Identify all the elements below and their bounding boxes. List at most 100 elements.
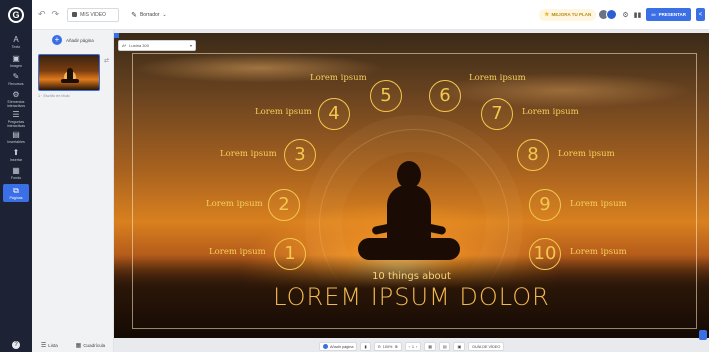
sidebar-item-texto[interactable]: A Texto xyxy=(0,35,32,49)
upload-icon: ⬆ xyxy=(12,148,20,157)
left-sidebar: A Texto ▣ Imagen ✎ Recursos ⚙ Elementos … xyxy=(0,30,32,352)
interactive-elements-icon: ⚙ xyxy=(12,90,20,99)
font-selector[interactable]: Aᵃ Lustria 300 ▾ xyxy=(118,40,196,51)
sidebar-item-preguntas[interactable]: ☰ Preguntas interactivas xyxy=(0,110,32,128)
page-navigator[interactable]: ‹ 1 › xyxy=(404,342,422,351)
share-button[interactable]: < xyxy=(696,8,705,21)
upgrade-button[interactable]: ★ MEJORA TU PLAN xyxy=(539,8,597,21)
trash-icon: ▮ xyxy=(364,345,367,349)
draft-status[interactable]: ✎ Borrador ⌄ xyxy=(131,11,167,19)
redo-icon[interactable]: ↷ xyxy=(52,9,60,20)
layout-button[interactable]: ▤ xyxy=(438,342,451,351)
app-logo[interactable]: G xyxy=(0,0,32,30)
background-icon: ▦ xyxy=(12,166,20,175)
slide-title[interactable]: LOREM IPSUM DOLOR xyxy=(114,283,709,311)
file-name: MIS VIDEO xyxy=(80,11,106,18)
item-label-1[interactable]: Lorem ipsum xyxy=(209,247,266,257)
slide-canvas[interactable]: 1 Lorem ipsum 2 Lorem ipsum 3 Lorem ipsu… xyxy=(114,33,709,338)
toolbar-right: ★ MEJORA TU PLAN ⚙ ▮▮ ▭ PRESENTAR < xyxy=(539,8,709,21)
sidebar-item-label: Preguntas interactivas xyxy=(6,120,26,128)
number-circle-3[interactable]: 3 xyxy=(284,139,316,171)
add-page-button[interactable]: + Añadir página xyxy=(52,35,94,45)
collaborator-avatars[interactable] xyxy=(598,9,618,20)
number-circle-8[interactable]: 8 xyxy=(517,139,549,171)
zoom-in-icon: ⊕ xyxy=(394,345,398,349)
next-page-icon: › xyxy=(416,344,418,349)
item-label-8[interactable]: Lorem ipsum xyxy=(558,149,615,159)
fullscreen-button[interactable]: ▣ xyxy=(453,342,466,351)
number-circle-2[interactable]: 2 xyxy=(268,189,300,221)
item-label-7[interactable]: Lorem ipsum xyxy=(522,107,579,117)
zoom-control[interactable]: ⊖ 100% ⊕ xyxy=(373,342,402,351)
grid-button[interactable]: ▦ xyxy=(424,342,436,351)
number-circle-5[interactable]: 5 xyxy=(370,80,402,112)
number-circle-9[interactable]: 9 xyxy=(529,189,561,221)
present-button[interactable]: ▭ PRESENTAR xyxy=(646,8,691,21)
font-size-icon: Aᵃ xyxy=(122,43,127,48)
sidebar-item-label: Insertar xyxy=(9,158,23,162)
list-view-button[interactable]: ☰ Lista xyxy=(41,342,58,349)
list-icon: ☰ xyxy=(40,342,47,349)
page-thumbnail-label: 1 · Escrito en título xyxy=(38,94,70,98)
sidebar-item-label: Elementos interactivos xyxy=(6,100,26,108)
sidebar-item-label: Páginas xyxy=(9,196,23,200)
draft-label: Borrador xyxy=(139,11,160,18)
prev-page-icon: ‹ xyxy=(408,344,410,349)
star-icon: ★ xyxy=(544,12,550,18)
item-label-5[interactable]: Lorem ipsum xyxy=(310,73,367,83)
sidebar-item-label: Texto xyxy=(11,45,21,49)
monitor-icon: ▭ xyxy=(651,11,656,17)
sidebar-item-label: Recursos xyxy=(8,82,24,86)
sidebar-item-insertables[interactable]: ▤ Insertables xyxy=(0,130,32,144)
page-thumbnail[interactable] xyxy=(38,54,100,91)
grid-view-button[interactable]: ▦ Cuadrícula xyxy=(76,342,105,349)
add-page-bottom-label: Añadir página xyxy=(330,344,354,349)
canvas-area: 1 Lorem ipsum 2 Lorem ipsum 3 Lorem ipsu… xyxy=(114,30,709,352)
number-circle-4[interactable]: 4 xyxy=(318,98,350,130)
sidebar-item-label: Fondo xyxy=(10,176,22,180)
chat-icon[interactable] xyxy=(699,330,707,340)
stats-icon[interactable]: ▮▮ xyxy=(634,11,642,19)
item-label-10[interactable]: Lorem ipsum xyxy=(570,247,627,257)
page-number: 1 xyxy=(411,344,415,349)
sidebar-item-fondo[interactable]: ▦ Fondo xyxy=(0,166,32,180)
number-circle-1[interactable]: 1 xyxy=(274,238,306,270)
help-icon[interactable]: ? xyxy=(12,341,20,349)
number-circle-7[interactable]: 7 xyxy=(481,98,513,130)
number-circle-10[interactable]: 10 xyxy=(529,238,561,270)
editor-app: G ↶ ↷ MIS VIDEO ✎ Borrador ⌄ ★ MEJORA TU… xyxy=(0,0,709,352)
collapse-panel-icon[interactable]: ⇄ xyxy=(104,57,109,64)
sidebar-item-elementos[interactable]: ⚙ Elementos interactivos xyxy=(0,90,32,108)
top-toolbar: G ↶ ↷ MIS VIDEO ✎ Borrador ⌄ ★ MEJORA TU… xyxy=(0,0,709,30)
slide-subtitle[interactable]: 10 things about xyxy=(114,271,709,282)
upgrade-label: MEJORA TU PLAN xyxy=(551,12,592,17)
pages-panel: + Añadir página ⇄ 1 · Escrito en título … xyxy=(32,30,114,352)
item-label-6[interactable]: Lorem ipsum xyxy=(469,73,526,83)
settings-icon[interactable]: ⚙ xyxy=(622,11,628,19)
sidebar-item-paginas[interactable]: ⧉ Páginas xyxy=(3,184,29,202)
item-label-4[interactable]: Lorem ipsum xyxy=(255,107,312,117)
chevron-down-icon: ▾ xyxy=(189,43,192,48)
delete-page-button[interactable]: ▮ xyxy=(360,342,371,351)
item-label-3[interactable]: Lorem ipsum xyxy=(220,149,277,159)
zoom-value: 100% xyxy=(382,344,393,349)
item-label-9[interactable]: Lorem ipsum xyxy=(570,199,627,209)
questions-icon: ☰ xyxy=(12,110,20,119)
chevron-down-icon: ⌄ xyxy=(162,11,167,18)
text-icon: A xyxy=(13,35,19,44)
video-guide-label: GUÍA DE VÍDEO xyxy=(472,344,501,349)
sidebar-item-imagen[interactable]: ▣ Imagen xyxy=(0,54,32,68)
pages-icon: ⧉ xyxy=(13,186,19,195)
bottom-toolbar: Añadir página ▮ ⊖ 100% ⊕ ‹ 1 › ▦ ▤ ▣ GUÍA DE… xyxy=(319,341,505,352)
add-page-bottom-button[interactable]: Añadir página xyxy=(319,342,358,351)
sidebar-item-recursos[interactable]: ✎ Recursos xyxy=(0,72,32,86)
plus-circle-icon xyxy=(323,344,328,349)
undo-icon[interactable]: ↶ xyxy=(38,9,46,20)
sidebar-item-label: Insertables xyxy=(7,140,25,144)
file-name-field[interactable]: MIS VIDEO xyxy=(67,7,120,22)
number-circle-6[interactable]: 6 xyxy=(429,80,461,112)
selection-corner xyxy=(114,33,119,38)
item-label-2[interactable]: Lorem ipsum xyxy=(206,199,263,209)
video-guide-button[interactable]: GUÍA DE VÍDEO xyxy=(468,342,505,351)
sidebar-item-insertar[interactable]: ⬆ Insertar xyxy=(0,148,32,162)
